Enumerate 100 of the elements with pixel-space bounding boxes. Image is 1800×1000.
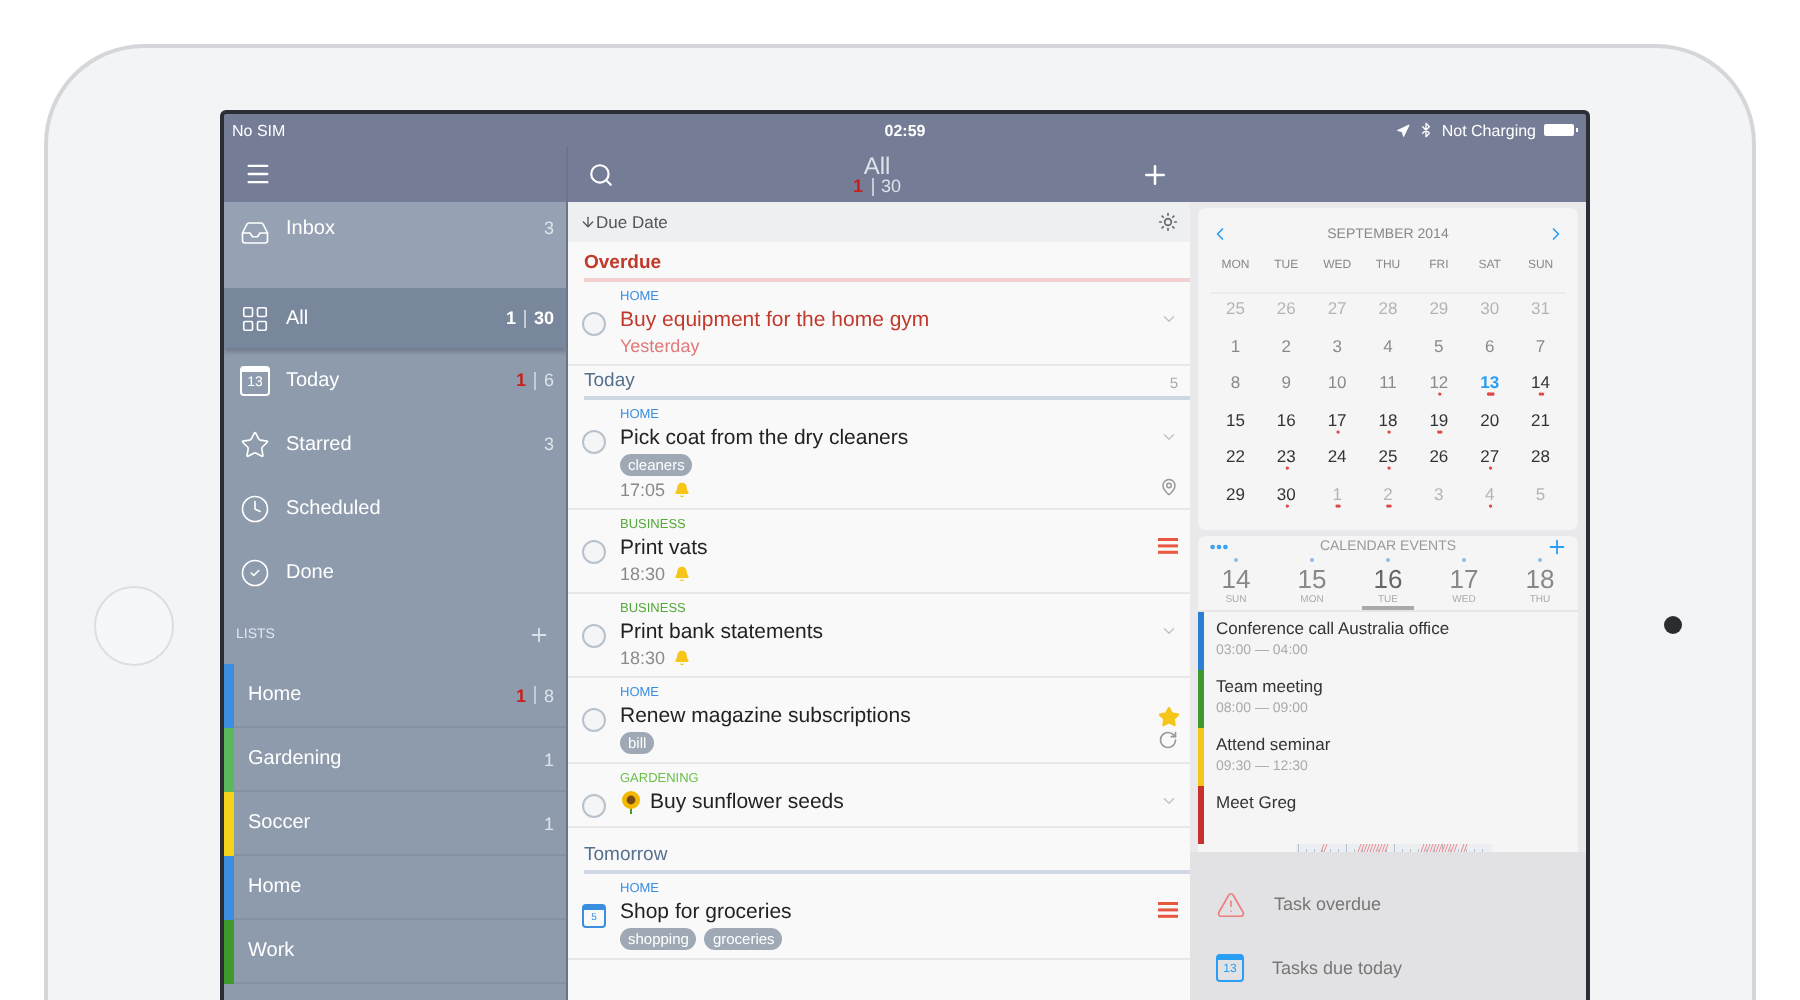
task-checkbox[interactable] (582, 540, 606, 564)
task-title: Renew magazine subscriptions (620, 704, 911, 728)
clock-time: 02:59 (884, 121, 926, 139)
total-count: 8 (543, 685, 554, 705)
section-title: Tomorrow (584, 844, 668, 866)
sun-icon[interactable] (1158, 212, 1178, 232)
day-number: 26 (1276, 298, 1296, 319)
star-icon (240, 429, 270, 459)
task-title: Buy equipment for the home gym (620, 308, 930, 332)
task-checkbox[interactable] (582, 794, 606, 818)
task-checkbox[interactable] (582, 430, 606, 454)
day-number: 14 (1531, 372, 1551, 393)
day-number: 18 (1525, 564, 1555, 594)
sunflower-icon (620, 790, 642, 814)
day-number: 3 (1332, 335, 1342, 356)
chevron-down-icon[interactable] (1159, 792, 1177, 810)
inbox-icon (240, 218, 270, 248)
carrier-label: No SIM (232, 121, 288, 139)
day-number: 16 (1373, 564, 1403, 594)
sort-label[interactable]: Due Date (596, 212, 668, 232)
event-title: Attend seminar (1216, 734, 1331, 754)
section-title: Overdue (584, 252, 662, 274)
day-number: 19 (1429, 409, 1449, 430)
sidebar-item[interactable]: Scheduled (224, 476, 566, 540)
task-title: Print vats (620, 536, 708, 560)
sidebar-item[interactable]: Starred 3 (224, 412, 566, 476)
location-arrow-icon (1395, 123, 1410, 137)
menu-icon[interactable] (244, 160, 272, 188)
day-number: 9 (1281, 372, 1291, 393)
day-number: 25 (1378, 446, 1398, 467)
day-number: 8 (1230, 372, 1241, 393)
chevron-down-icon[interactable] (1159, 428, 1177, 446)
overdue-count: 1 (852, 177, 863, 195)
day-number: 25 (1225, 298, 1245, 319)
overdue-count: 1 (505, 308, 516, 328)
day-number: 2 (1383, 483, 1393, 504)
battery-status: Not Charging (1441, 121, 1536, 139)
search-icon[interactable] (588, 161, 614, 187)
warning-icon (1216, 889, 1246, 919)
day-number: 18 (1378, 409, 1398, 430)
add-icon[interactable] (1140, 159, 1170, 189)
overdue-count: 1 (515, 370, 526, 390)
day-number: 15 (1297, 564, 1327, 594)
day-number: 30 (1276, 483, 1296, 504)
bluetooth-icon (1417, 122, 1434, 138)
day-number: 4 (1484, 483, 1495, 504)
total-count: 3 (543, 218, 554, 238)
chevron-down-icon[interactable] (1159, 622, 1177, 640)
day-number: 2 (1281, 335, 1291, 356)
list-title: All (863, 153, 891, 177)
task-title: Pick coat from the dry cleaners (620, 426, 909, 450)
task-checkbox[interactable] (582, 624, 606, 648)
total-count: 3 (543, 434, 554, 454)
chevron-down-icon[interactable] (1159, 310, 1177, 328)
task-title: Print bank statements (620, 620, 824, 644)
task-time: 18:30 (620, 648, 666, 668)
task-time: 18:30 (620, 564, 666, 584)
day-number: 1 (1332, 483, 1342, 504)
total-count: 30 (881, 177, 902, 195)
notification-text: Tasks due today (1272, 958, 1403, 978)
day-number: 3 (1434, 483, 1444, 504)
day-number: 29 (1429, 298, 1449, 319)
day-number: 22 (1225, 446, 1245, 467)
event-title: Team meeting (1216, 676, 1323, 696)
day-number: 11 (1379, 372, 1397, 393)
sidebar-item[interactable]: Done (224, 540, 566, 604)
add-icon[interactable] (528, 623, 550, 645)
day-number: 26 (1429, 446, 1449, 467)
day-number: 28 (1378, 298, 1398, 319)
task-checkbox[interactable] (582, 312, 606, 336)
day-number: 5 (1535, 483, 1546, 504)
day-number: 21 (1531, 409, 1551, 430)
task-title: Buy sunflower seeds (650, 790, 844, 814)
battery-icon (1544, 124, 1574, 136)
day-number: 13 (1480, 372, 1500, 393)
day-number: 20 (1480, 409, 1500, 430)
home-button[interactable] (94, 586, 174, 666)
section-title: Today (584, 370, 635, 392)
sort-arrow-icon (580, 214, 596, 230)
total-count: 1 (543, 813, 554, 833)
overdue-count: 1 (515, 685, 526, 705)
due-date: Yesterday (620, 336, 702, 356)
total-count: 1 (543, 749, 554, 769)
add-icon[interactable] (1545, 536, 1568, 558)
sidebar-item[interactable]: All 1 30 (224, 288, 566, 348)
sidebar-item[interactable]: Inbox 3 (224, 202, 566, 288)
total-count: 30 (533, 308, 554, 328)
task-checkbox[interactable] (582, 708, 606, 732)
notification-text: Task overdue (1274, 894, 1382, 914)
clock-icon (240, 493, 270, 523)
day-number: 6 (1484, 335, 1495, 356)
grid-icon (240, 303, 270, 333)
day-number: 17 (1327, 409, 1347, 430)
day-number: 15 (1225, 409, 1245, 430)
task-time: 17:05 (620, 480, 666, 500)
day-number: 31 (1531, 298, 1551, 319)
camera-dot (1664, 616, 1682, 634)
day-number: 1 (1230, 335, 1241, 356)
day-number: 27 (1327, 298, 1347, 319)
check-circle-icon (240, 557, 270, 587)
